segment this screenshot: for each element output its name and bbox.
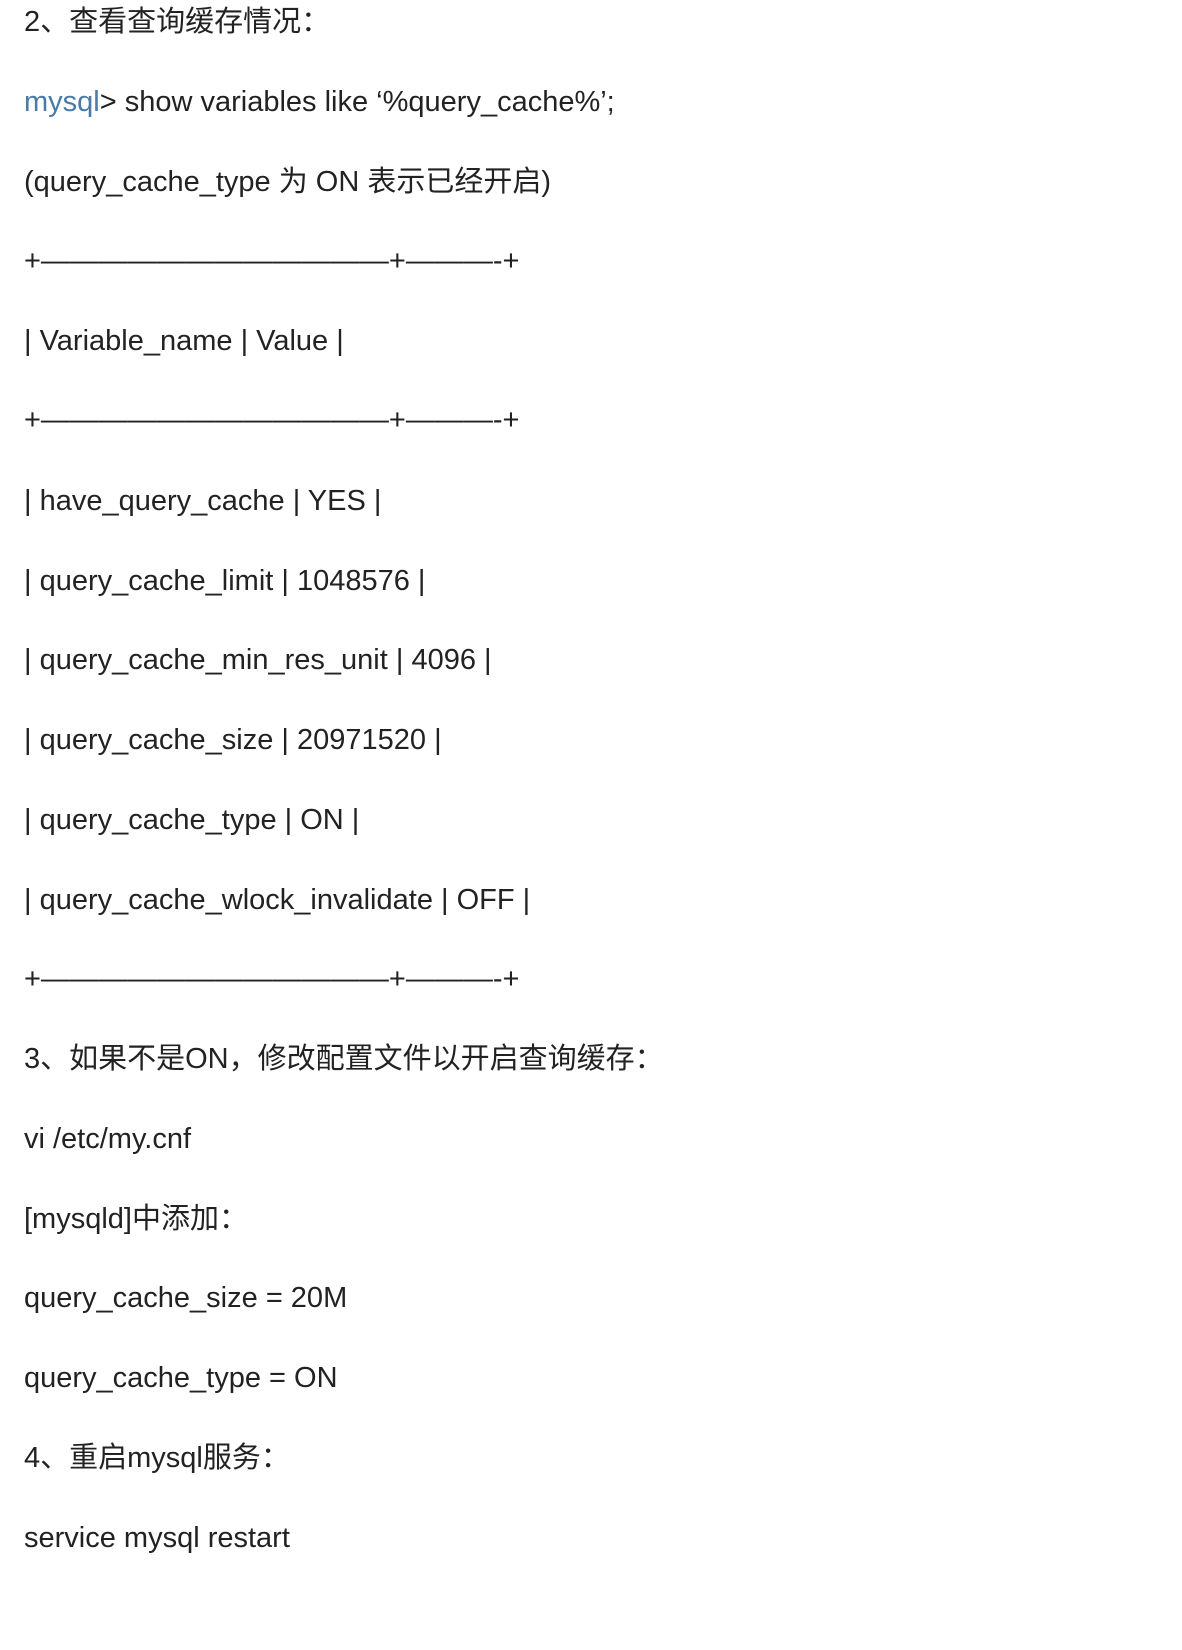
step2-heading: 2、查看查询缓存情况： [24,6,331,38]
table-row: | query_cache_size | 20971520 | [24,724,442,756]
table-border-bottom: +————————————+———-+ [24,963,520,995]
table-row: | query_cache_type | ON | [24,804,360,836]
table-header-row: | Variable_name | Value | [24,325,344,357]
mysqld-section-note: [mysqld]中添加： [24,1203,248,1235]
restart-command: service mysql restart [24,1522,290,1554]
config-size-line: query_cache_size = 20M [24,1282,348,1314]
table-row: | query_cache_wlock_invalidate | OFF | [24,884,531,916]
command-text: > show variables like ‘%query_cache%’; [99,86,615,118]
step3-heading: 3、如果不是ON，修改配置文件以开启查询缓存： [24,1043,664,1075]
table-row: | have_query_cache | YES | [24,485,382,517]
command-line: mysql> show variables like ‘%query_cache… [24,82,615,122]
vi-command: vi /etc/my.cnf [24,1123,192,1155]
mysql-link[interactable]: mysql [24,86,100,118]
table-row: | query_cache_min_res_unit | 4096 | [24,644,492,676]
config-type-line: query_cache_type = ON [24,1362,338,1394]
step4-heading: 4、重启mysql服务： [24,1442,290,1474]
note-text: (query_cache_type 为 ON 表示已经开启) [24,166,551,198]
table-row: | query_cache_limit | 1048576 | [24,565,426,597]
table-border-mid: +————————————+———-+ [24,404,520,436]
table-border-top: +————————————+———-+ [24,245,520,277]
